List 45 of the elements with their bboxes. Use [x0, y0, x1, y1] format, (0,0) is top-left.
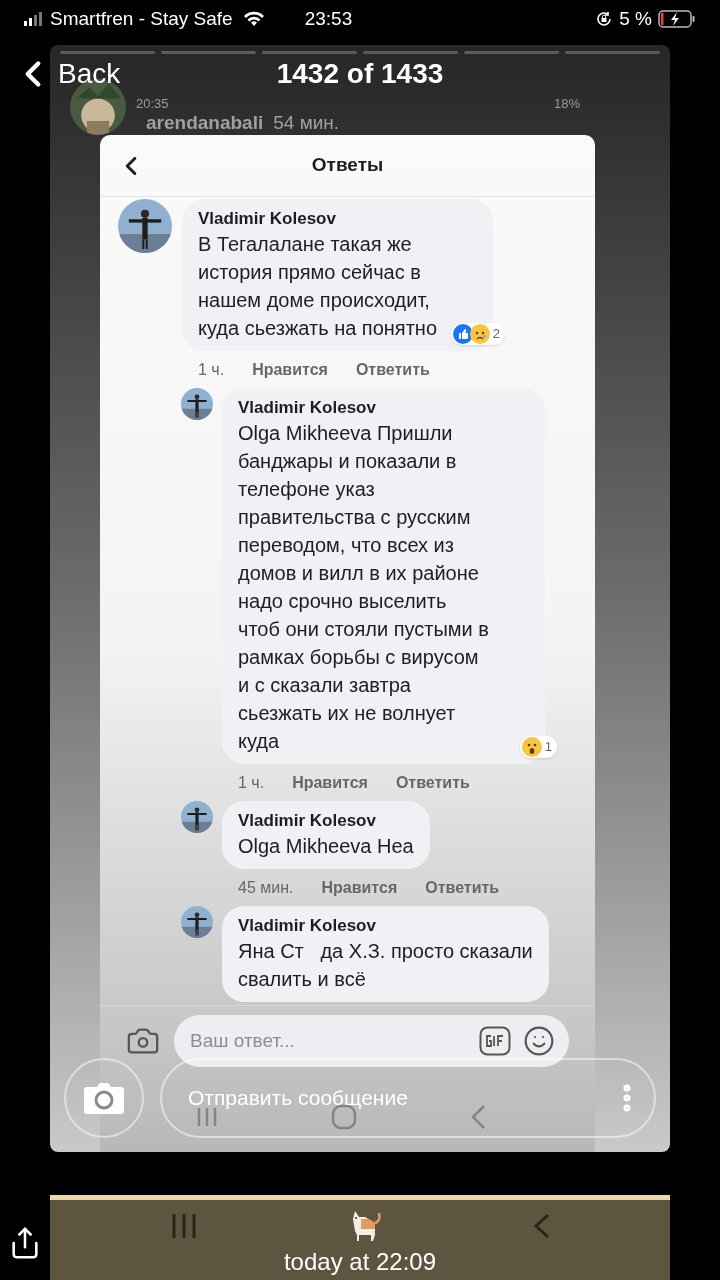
clock: 23:53	[304, 6, 353, 31]
story-counter: 1432 of 1433	[276, 58, 444, 90]
battery-charging-icon	[658, 10, 696, 28]
author-name[interactable]: Vladimir Kolesov	[238, 810, 414, 832]
reply-link[interactable]: Ответить	[395, 770, 470, 795]
comment-text: Яна Ст да Х.З. просто сказали свалить и всё	[238, 939, 533, 992]
emoji-icon[interactable]	[523, 1024, 555, 1057]
signal-icon	[24, 12, 44, 26]
author-name[interactable]: Vladimir Kolesov	[238, 397, 489, 419]
comment-time: 1 ч.	[198, 359, 225, 380]
like-link[interactable]: Нравится	[321, 875, 398, 900]
surprised-face-icon	[521, 737, 542, 757]
recent-apps-icon	[170, 1213, 198, 1239]
reaction-badge[interactable]: 1	[519, 736, 557, 758]
comment-time: 45 мин.	[238, 877, 294, 898]
comment-time: 1 ч.	[238, 772, 265, 793]
camera-icon	[83, 1081, 125, 1115]
reaction-count: 2	[491, 325, 501, 344]
author-name[interactable]: Vladimir Kolesov	[198, 208, 437, 230]
like-link[interactable]: Нравится	[292, 770, 368, 795]
message-field[interactable]: Отправить сообщение	[160, 1058, 656, 1138]
story-age: 54 мин.	[273, 112, 340, 134]
comment-text: В Тегалалане такая же история прямо сейчас в нашем доме происходит, куда сьезжать на понятно	[198, 232, 437, 341]
battery-percent: 5 %	[619, 6, 652, 31]
reaction-count: 1	[543, 738, 553, 757]
reaction-badge[interactable]: 2	[450, 323, 505, 345]
story-clock: 20:35	[136, 96, 169, 111]
back-button[interactable]: Back	[12, 53, 121, 95]
reply-link[interactable]: Ответить	[425, 875, 500, 900]
panel-title: Ответы	[311, 153, 384, 178]
timestamp: today at 22:09	[283, 1247, 437, 1277]
reply-link[interactable]: Ответить	[355, 357, 430, 382]
reply-field[interactable]: Ваш ответ...	[174, 1014, 569, 1067]
carrier-name: Smartfren - Stay Safe	[50, 6, 233, 31]
author-name[interactable]: Vladimir Kolesov	[238, 915, 533, 937]
comment-text: Olga Mikheeva Пришли банджары и показали в телефоне указ правительства с русским переводом, что всех из домов и вилл в их районе надо срочно выселить чтоб они стояли пустыми в рамках борьбы с вирусом и с сказали завтра сьезжать их не волнует куда	[238, 421, 489, 754]
gif-icon[interactable]	[479, 1025, 511, 1056]
sad-face-icon	[469, 324, 490, 344]
like-link[interactable]: Нравится	[252, 357, 328, 382]
comment-text: Olga Mikheeva Нea	[238, 834, 414, 859]
story-battery: 18%	[553, 96, 580, 111]
wifi-icon	[242, 11, 265, 27]
rotation-lock-icon	[595, 10, 614, 28]
like-icon	[452, 324, 473, 344]
story-username[interactable]: arendanabali	[146, 112, 264, 134]
